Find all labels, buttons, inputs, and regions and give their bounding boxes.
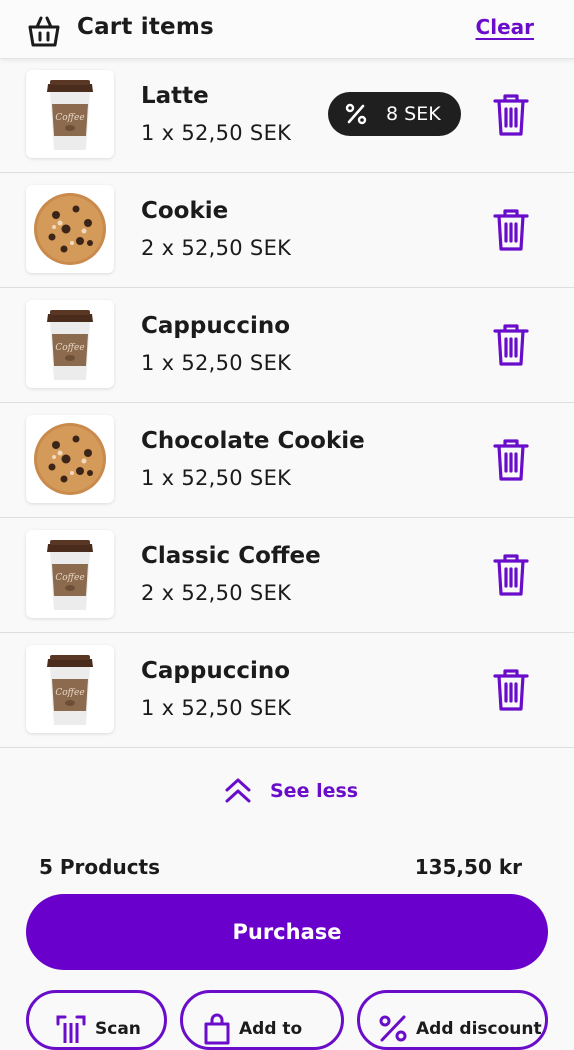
product-image: Coffee	[26, 530, 114, 618]
svg-text:Coffee: Coffee	[55, 573, 84, 583]
cart-item: Coffee Classic Coffee 2 x 52,50 SEK	[0, 518, 574, 633]
trash-icon[interactable]	[492, 207, 530, 253]
add-to-label: Add to	[239, 1019, 303, 1039]
product-quantity-price: 2 x 52,50 SEK	[141, 581, 292, 605]
trash-icon[interactable]	[492, 322, 530, 368]
trash-icon[interactable]	[492, 92, 530, 138]
bag-icon	[204, 1013, 230, 1045]
product-name: Cappuccino	[141, 313, 291, 339]
page-title: Cart items	[77, 14, 214, 40]
percent-icon	[345, 103, 367, 125]
add-to-button[interactable]: Add to	[180, 990, 344, 1050]
header: Cart items Clear	[0, 0, 574, 59]
product-quantity-price: 1 x 52,50 SEK	[141, 351, 292, 375]
product-name: Latte	[141, 83, 209, 109]
svg-text:Coffee: Coffee	[55, 113, 84, 123]
scan-icon	[56, 1015, 86, 1043]
cart-item: Coffee Cappuccino 1 x 52,50 SEK	[0, 288, 574, 403]
product-image: Coffee	[26, 70, 114, 158]
product-quantity-price: 1 x 52,50 SEK	[141, 121, 292, 145]
product-name: Classic Coffee	[141, 543, 321, 569]
discount-badge[interactable]: 8 SEK	[328, 92, 461, 136]
product-name: Cappuccino	[141, 658, 291, 684]
see-less-label: See less	[270, 780, 359, 802]
cart-total: 135,50 kr	[414, 855, 522, 879]
cart-item: Coffee Latte 1 x 52,50 SEK 8 SEK	[0, 58, 574, 173]
trash-icon[interactable]	[492, 552, 530, 598]
purchase-button[interactable]: Purchase	[26, 894, 548, 970]
product-name: Chocolate Cookie	[141, 428, 365, 454]
trash-icon[interactable]	[492, 437, 530, 483]
cart-item: Cookie 2 x 52,50 SEK	[0, 173, 574, 288]
product-image	[26, 415, 114, 503]
svg-text:Coffee: Coffee	[55, 688, 84, 698]
add-discount-label: Add discount	[416, 1019, 542, 1039]
product-image: Coffee	[26, 645, 114, 733]
cart-item: Coffee Cappuccino 1 x 52,50 SEK	[0, 633, 574, 748]
clear-cart-link[interactable]: Clear	[476, 15, 534, 39]
add-discount-button[interactable]: Add discount	[357, 990, 548, 1050]
scan-label: Scan	[95, 1019, 141, 1039]
discount-amount: 8 SEK	[386, 103, 441, 125]
cart-list: Coffee Latte 1 x 52,50 SEK 8 SEK Cookie …	[0, 58, 574, 748]
product-image	[26, 185, 114, 273]
trash-icon[interactable]	[492, 667, 530, 713]
cart-item: Chocolate Cookie 1 x 52,50 SEK	[0, 403, 574, 518]
product-count: 5 Products	[39, 855, 161, 879]
scan-button[interactable]: Scan	[26, 990, 167, 1050]
percent-icon	[379, 1015, 407, 1042]
product-name: Cookie	[141, 198, 229, 224]
product-quantity-price: 2 x 52,50 SEK	[141, 236, 292, 260]
product-quantity-price: 1 x 52,50 SEK	[141, 696, 292, 720]
double-chevron-up-icon	[225, 778, 251, 803]
product-quantity-price: 1 x 52,50 SEK	[141, 466, 292, 490]
product-image: Coffee	[26, 300, 114, 388]
basket-icon	[28, 16, 60, 47]
svg-text:Coffee: Coffee	[55, 343, 84, 353]
